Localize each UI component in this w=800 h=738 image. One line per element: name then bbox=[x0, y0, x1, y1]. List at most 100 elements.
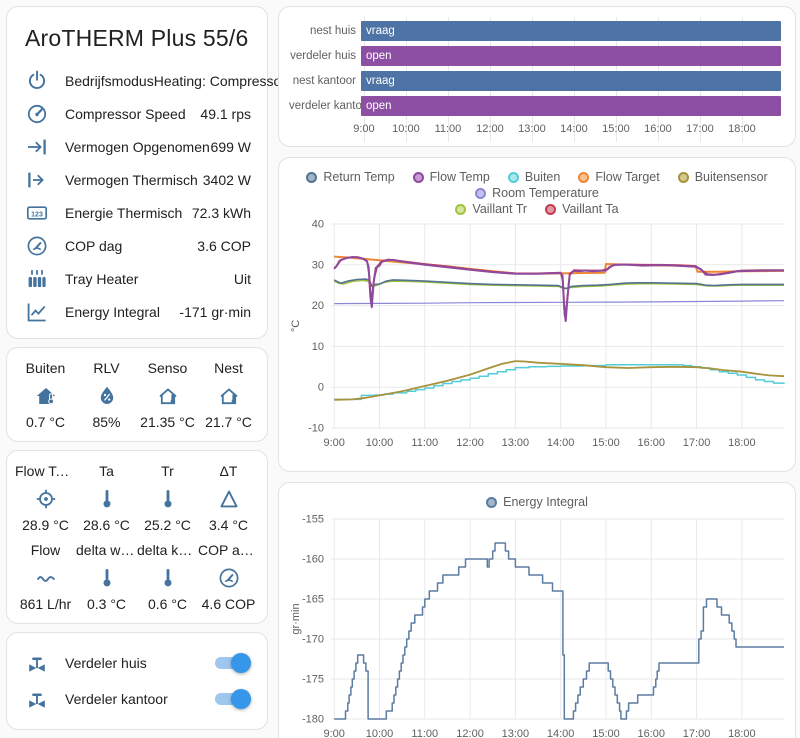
legend-label: Buiten bbox=[524, 170, 561, 184]
glance-item[interactable]: Flow Target 28.9 °C bbox=[15, 463, 76, 534]
entity-value: 699 W bbox=[210, 138, 251, 155]
legend-marker bbox=[455, 203, 467, 215]
y-axis-title: °C bbox=[290, 320, 302, 332]
glance-item[interactable]: Flow 861 L/hr bbox=[15, 542, 76, 613]
timeline-bars: vraag open vraag open bbox=[361, 21, 781, 116]
entity-row[interactable]: Vermogen Thermisch 3402 W bbox=[23, 163, 251, 196]
legend-item[interactable]: Buiten bbox=[507, 170, 561, 184]
timeline-bar[interactable]: open bbox=[361, 46, 781, 66]
legend-label: Buitensensor bbox=[694, 170, 768, 184]
timeline-bar[interactable]: vraag bbox=[361, 71, 781, 91]
timeline-x-axis: 9:00 10:00 11:00 12:00 13:00 14:00 15:00 16:00 1… bbox=[353, 120, 781, 138]
y-tick-label: -175 bbox=[302, 674, 324, 686]
valve-icon bbox=[25, 651, 49, 675]
glance-item[interactable]: Tr 25.2 °C bbox=[137, 463, 198, 534]
delta-icon bbox=[217, 487, 241, 511]
x-tick-label: 12:00 bbox=[456, 437, 484, 449]
entity-row[interactable]: Tray Heater Uit bbox=[23, 262, 251, 295]
timeline-row-label: verdeler kantoor bbox=[289, 100, 361, 112]
legend-item[interactable]: Vaillant Ta bbox=[545, 202, 619, 216]
entity-value: 49.1 rps bbox=[200, 105, 251, 122]
legend-label: Flow Target bbox=[595, 170, 660, 184]
toggle-knob bbox=[231, 689, 251, 709]
entity-label: Energy Integral bbox=[65, 303, 160, 320]
energy-integral-plot[interactable]: -155 -160 -165 -170 -175 -180 9:00 10:00 11:00 12… bbox=[287, 509, 787, 738]
switch-label: Verdeler kantoor bbox=[65, 691, 168, 707]
home-thermometer-outline-icon bbox=[217, 384, 241, 408]
entity-value: 3.6 COP bbox=[197, 237, 251, 254]
entity-value: 72.3 kWh bbox=[191, 204, 251, 221]
legend-item[interactable]: Room Temperature bbox=[475, 186, 599, 200]
entity-row[interactable]: Energy Integral -171 gr·min bbox=[23, 295, 251, 328]
series-flow-temp bbox=[333, 256, 784, 323]
heat-pump-card: AroTHERM Plus 55/6 Bedrijfsmodus Heating:… bbox=[6, 6, 326, 339]
glance-item[interactable]: Buiten 0.7 °C bbox=[15, 360, 76, 431]
glance-item[interactable]: Nest 21.7 °C bbox=[198, 360, 259, 431]
gauge-icon bbox=[217, 566, 241, 590]
water-percent-icon bbox=[95, 384, 119, 408]
glance-value: 4.6 COP bbox=[201, 596, 256, 612]
glance-label: ΔT bbox=[219, 463, 238, 479]
glance-item[interactable]: RLV 85% bbox=[76, 360, 137, 431]
entity-label: COP dag bbox=[65, 237, 123, 254]
glance-value: 3.4 °C bbox=[208, 517, 249, 533]
x-tick-label: 11:00 bbox=[411, 728, 438, 738]
glance-item[interactable]: COP actueel 4.6 COP bbox=[198, 542, 259, 613]
legend-label: Vaillant Tr bbox=[472, 202, 528, 216]
legend-marker bbox=[306, 171, 318, 183]
legend-label: Room Temperature bbox=[492, 186, 599, 200]
x-tick-label: 16:00 bbox=[638, 437, 666, 449]
timeline-bar[interactable]: vraag bbox=[361, 21, 781, 41]
y-tick-label: -160 bbox=[302, 554, 324, 566]
entity-label: Tray Heater bbox=[65, 270, 139, 287]
entity-row[interactable]: COP dag 3.6 COP bbox=[23, 229, 251, 262]
legend-item[interactable]: Return Temp bbox=[306, 170, 395, 184]
glance-item[interactable]: delta kanto… 0.6 °C bbox=[137, 542, 198, 613]
glance-row: Flow 861 L/hr delta woon… 0.3 °C delta kanto… bbox=[15, 542, 259, 613]
legend-item[interactable]: Vaillant Tr bbox=[455, 202, 527, 216]
legend-label: Energy Integral bbox=[503, 495, 588, 509]
glance-value: 85% bbox=[92, 414, 121, 430]
x-tick-label: 13:00 bbox=[502, 728, 530, 738]
x-tick-label: 11:00 bbox=[434, 123, 462, 135]
target-icon bbox=[34, 487, 58, 511]
series-room-temperature bbox=[334, 300, 785, 305]
glance-item[interactable]: Senso 21.35 °C bbox=[137, 360, 198, 431]
legend-marker bbox=[475, 187, 487, 199]
glance-value: 25.2 °C bbox=[144, 517, 191, 533]
entity-row[interactable]: 123 Energie Thermisch 72.3 kWh bbox=[23, 196, 251, 229]
switch-row: Verdeler huis bbox=[23, 645, 251, 681]
switch-rows: Verdeler huis Verdeler kantoor bbox=[23, 645, 251, 717]
glance-label: Senso bbox=[147, 360, 188, 376]
entity-value: Uit bbox=[233, 270, 251, 287]
timeline-bar[interactable]: open bbox=[361, 96, 781, 116]
entity-row[interactable]: Bedrijfsmodus Heating: Compressor active bbox=[23, 64, 326, 97]
glance-item[interactable]: ΔT 3.4 °C bbox=[198, 463, 259, 534]
x-tick-label: 9:00 bbox=[323, 728, 344, 738]
x-tick-label: 18:00 bbox=[728, 123, 756, 135]
entity-row[interactable]: Compressor Speed 49.1 rps bbox=[23, 97, 251, 130]
legend-item[interactable]: Buitensensor bbox=[677, 170, 768, 184]
entity-value: -171 gr·min bbox=[179, 303, 251, 320]
thermometer-icon bbox=[156, 487, 180, 511]
y-tick-label: 30 bbox=[312, 259, 324, 271]
x-tick-label: 14:00 bbox=[560, 123, 588, 135]
entity-row[interactable]: Vermogen Opgenomen 699 W bbox=[23, 130, 251, 163]
temperature-plot[interactable]: 40 30 20 10 0 -10 9:00 10:00 11:00 12:00 13:00 14:0… bbox=[287, 216, 787, 462]
glance-grid: Buiten 0.7 °C RLV 85% Senso 21.35 °C Nest 21.7 … bbox=[15, 360, 259, 431]
toggle-switch[interactable] bbox=[213, 653, 251, 673]
y-tick-label: 20 bbox=[312, 300, 324, 312]
glance-item[interactable]: delta woon… 0.3 °C bbox=[76, 542, 137, 613]
chart-line-icon bbox=[25, 300, 49, 324]
entity-label: Energie Thermisch bbox=[65, 204, 183, 221]
legend-item[interactable]: Energy Integral bbox=[486, 495, 588, 509]
legend-label: Vaillant Ta bbox=[562, 202, 619, 216]
legend-item[interactable]: Flow Temp bbox=[412, 170, 490, 184]
glance-label: delta kanto… bbox=[137, 542, 198, 558]
toggle-switch[interactable] bbox=[213, 689, 251, 709]
glance-label: Nest bbox=[214, 360, 243, 376]
legend-item[interactable]: Flow Target bbox=[578, 170, 660, 184]
glance-label: COP actueel bbox=[198, 542, 259, 558]
glance-label: Flow bbox=[30, 542, 61, 558]
glance-item[interactable]: Ta 28.6 °C bbox=[76, 463, 137, 534]
